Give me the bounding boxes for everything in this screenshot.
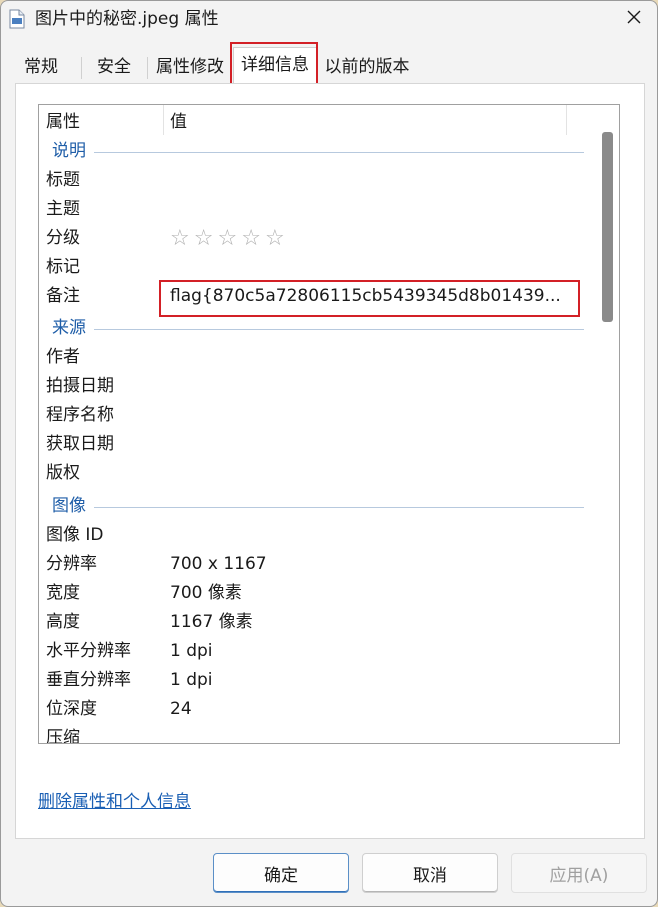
row-height[interactable]: 高度 1167 像素 <box>39 608 594 637</box>
star-icon[interactable]: ☆ <box>194 224 218 253</box>
property-label: 备注 <box>46 286 80 306</box>
property-value[interactable]: 1 dpi <box>170 666 213 695</box>
properties-list[interactable]: 属性 值 说明 标题 主题 分级 ☆☆☆☆☆ 标记 备注 flag{870c5a… <box>38 104 620 744</box>
property-value[interactable]: 1167 像素 <box>170 608 253 637</box>
scrollbar-thumb[interactable] <box>602 132 613 322</box>
list-header: 属性 值 <box>39 105 619 139</box>
properties-dialog: 图片中的秘密.jpeg 属性 常规 安全 属性修改 详细信息 以前的版本 属性 … <box>0 0 658 907</box>
row-horizontal-resolution[interactable]: 水平分辨率 1 dpi <box>39 637 594 666</box>
star-icon[interactable]: ☆ <box>241 224 265 253</box>
row-copyright[interactable]: 版权 <box>39 459 594 488</box>
details-panel: 属性 值 说明 标题 主题 分级 ☆☆☆☆☆ 标记 备注 flag{870c5a… <box>15 83 645 839</box>
property-label: 分级 <box>46 228 80 248</box>
group-label: 来源 <box>52 318 86 338</box>
tab-general[interactable]: 常规 <box>15 50 67 84</box>
property-label: 拍摄日期 <box>46 376 114 396</box>
property-label: 版权 <box>46 463 80 483</box>
property-label: 高度 <box>46 612 80 632</box>
rating-stars[interactable]: ☆☆☆☆☆ <box>170 224 289 253</box>
property-label: 标记 <box>46 257 80 277</box>
title-bar: 图片中的秘密.jpeg 属性 <box>1 1 657 39</box>
close-button[interactable] <box>611 1 657 37</box>
row-subject[interactable]: 主题 <box>39 195 594 224</box>
property-label: 垂直分辨率 <box>46 670 131 690</box>
star-icon[interactable]: ☆ <box>265 224 289 253</box>
row-title[interactable]: 标题 <box>39 166 594 195</box>
property-label: 获取日期 <box>46 434 114 454</box>
row-rating[interactable]: 分级 ☆☆☆☆☆ <box>39 224 594 253</box>
row-date-taken[interactable]: 拍摄日期 <box>39 372 594 401</box>
group-label: 图像 <box>52 496 86 516</box>
ok-button[interactable]: 确定 <box>213 853 349 893</box>
comments-highlight-box <box>159 280 580 317</box>
property-value[interactable]: 700 像素 <box>170 579 242 608</box>
row-bit-depth[interactable]: 位深度 24 <box>39 695 594 724</box>
star-icon[interactable]: ☆ <box>170 224 194 253</box>
row-width[interactable]: 宽度 700 像素 <box>39 579 594 608</box>
property-value[interactable]: 24 <box>170 695 192 724</box>
tab-attribute-modify[interactable]: 属性修改 <box>147 50 233 84</box>
row-authors[interactable]: 作者 <box>39 343 594 372</box>
cancel-button[interactable]: 取消 <box>362 853 498 893</box>
group-divider <box>94 507 584 508</box>
property-label: 程序名称 <box>46 405 114 425</box>
property-label: 水平分辨率 <box>46 641 131 661</box>
tab-security[interactable]: 安全 <box>81 50 147 84</box>
group-header-origin: 来源 <box>39 314 594 343</box>
header-divider[interactable] <box>566 105 567 135</box>
header-property[interactable]: 属性 <box>46 110 80 134</box>
property-label: 位深度 <box>46 699 97 719</box>
property-label: 压缩 <box>46 728 80 744</box>
tab-previous-versions[interactable]: 以前的版本 <box>319 50 415 84</box>
vertical-scrollbar[interactable] <box>592 105 619 743</box>
group-divider <box>94 152 584 153</box>
property-label: 分辨率 <box>46 554 97 574</box>
row-vertical-resolution[interactable]: 垂直分辨率 1 dpi <box>39 666 594 695</box>
property-label: 作者 <box>46 347 80 367</box>
property-label: 图像 ID <box>46 525 104 545</box>
tab-details[interactable]: 详细信息 <box>233 47 317 84</box>
row-date-acquired[interactable]: 获取日期 <box>39 430 594 459</box>
window-title: 图片中的秘密.jpeg 属性 <box>35 9 219 29</box>
property-label: 宽度 <box>46 583 80 603</box>
header-divider[interactable] <box>163 105 164 135</box>
group-divider <box>94 329 584 330</box>
group-header-image: 图像 <box>39 492 594 521</box>
group-header-description: 说明 <box>39 137 594 166</box>
header-value[interactable]: 值 <box>170 110 187 134</box>
close-icon <box>626 9 642 30</box>
property-value[interactable]: 700 x 1167 <box>170 550 267 579</box>
star-icon[interactable]: ☆ <box>217 224 241 253</box>
property-label: 标题 <box>46 170 80 190</box>
jpeg-file-icon <box>9 9 25 29</box>
row-compression[interactable]: 压缩 <box>39 724 594 744</box>
row-tags[interactable]: 标记 <box>39 253 594 282</box>
row-image-id[interactable]: 图像 ID <box>39 521 594 550</box>
row-dimensions[interactable]: 分辨率 700 x 1167 <box>39 550 594 579</box>
group-label: 说明 <box>52 141 86 161</box>
remove-properties-link[interactable]: 删除属性和个人信息 <box>38 787 191 812</box>
property-label: 主题 <box>46 199 80 219</box>
row-program-name[interactable]: 程序名称 <box>39 401 594 430</box>
apply-button[interactable]: 应用(A) <box>511 853 647 893</box>
property-value[interactable]: 1 dpi <box>170 637 213 666</box>
